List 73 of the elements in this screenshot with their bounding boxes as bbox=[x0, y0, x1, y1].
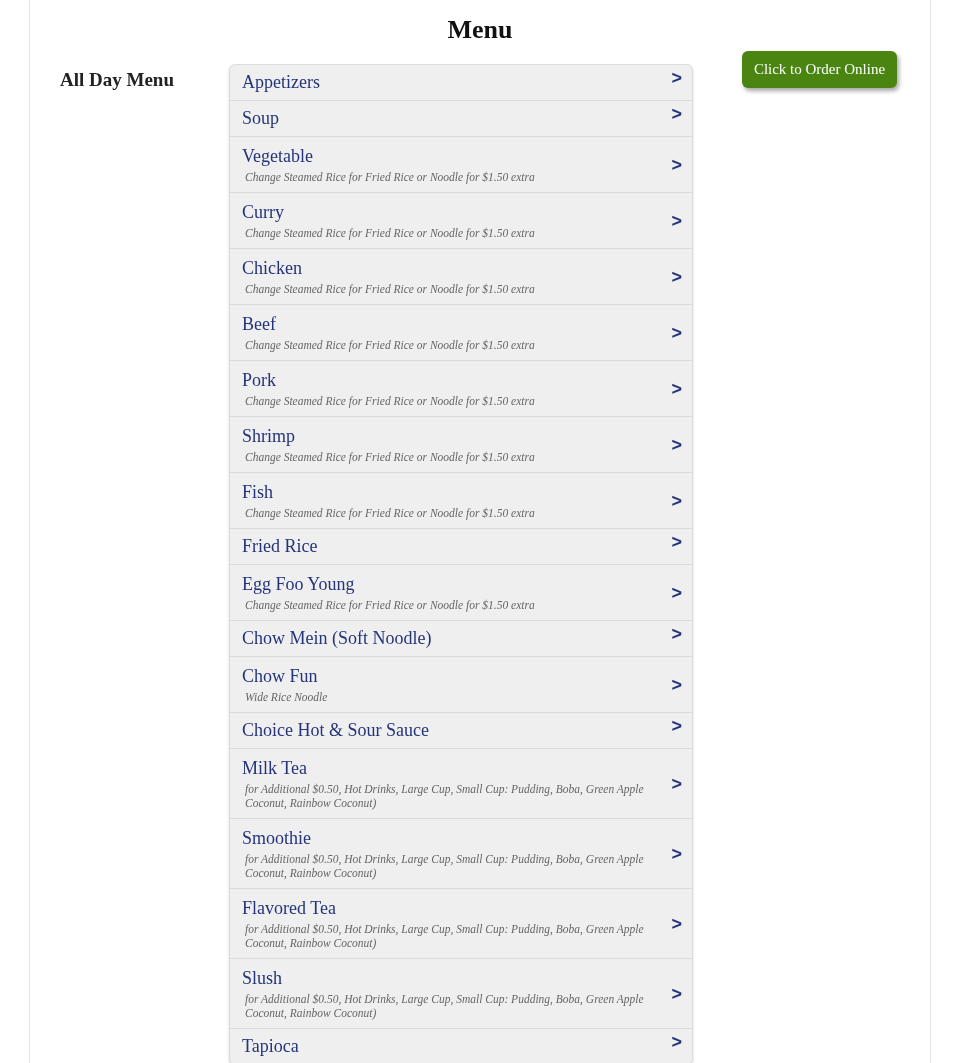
category-name: Flavored Tea bbox=[242, 897, 337, 920]
category-item[interactable]: Chow Mein (Soft Noodle) > bbox=[230, 620, 692, 656]
category-item[interactable]: Egg Foo Young Change Steamed Rice for Fried Rice or Noodle for $1.50 extra > bbox=[230, 564, 692, 620]
category-item[interactable]: Milk Tea for Additional $0.50, Hot Drinks, Large Cup, Small Cup: Pudding, Boba, Green Apple Coconut, Rainbow Coconut) > bbox=[230, 748, 692, 818]
chevron-icon: > bbox=[671, 717, 682, 735]
category-item[interactable]: Slush for Additional $0.50, Hot Drinks, Large Cup, Small Cup: Pudding, Boba, Green Apple Coconut, Rainbow Coconut) > bbox=[230, 958, 692, 1028]
category-name: Appetizers bbox=[242, 71, 321, 94]
category-note: for Additional $0.50, Hot Drinks, Large Cup, Small Cup: Pudding, Boba, Green Apple Coconut, Rainbow Coconut) bbox=[244, 782, 645, 810]
chevron-icon: > bbox=[671, 533, 682, 551]
category-name: Fish bbox=[242, 481, 275, 504]
category-note: Change Steamed Rice for Fried Rice or Noodle for $1.50 extra bbox=[244, 598, 536, 612]
chevron-icon: > bbox=[671, 844, 682, 863]
category-name: Milk Tea bbox=[242, 757, 308, 780]
category-name: Slush bbox=[242, 967, 284, 990]
category-item[interactable]: Flavored Tea for Additional $0.50, Hot Drinks, Large Cup, Small Cup: Pudding, Boba, Green Apple Coconut, Rainbow Coconut) > bbox=[230, 888, 692, 958]
category-name: Chow Mein (Soft Noodle) bbox=[242, 627, 433, 650]
category-item[interactable]: Chicken Change Steamed Rice for Fried Rice or Noodle for $1.50 extra > bbox=[230, 248, 692, 304]
category-name: Egg Foo Young bbox=[242, 573, 356, 596]
category-item[interactable]: Curry Change Steamed Rice for Fried Rice or Noodle for $1.50 extra > bbox=[230, 192, 692, 248]
category-name: Beef bbox=[242, 313, 277, 336]
chevron-icon: > bbox=[671, 211, 682, 230]
category-item[interactable]: Vegetable Change Steamed Rice for Fried Rice or Noodle for $1.50 extra > bbox=[230, 136, 692, 192]
chevron-icon: > bbox=[671, 435, 682, 454]
chevron-icon: > bbox=[671, 625, 682, 643]
category-name: Curry bbox=[242, 201, 285, 224]
category-name: Smoothie bbox=[242, 827, 312, 850]
category-note: Change Steamed Rice for Fried Rice or Noodle for $1.50 extra bbox=[244, 282, 536, 296]
category-name: Fried Rice bbox=[242, 535, 319, 558]
category-note: Change Steamed Rice for Fried Rice or Noodle for $1.50 extra bbox=[244, 394, 536, 408]
category-name: Choice Hot & Sour Sauce bbox=[242, 719, 430, 742]
category-item[interactable]: Smoothie for Additional $0.50, Hot Drinks, Large Cup, Small Cup: Pudding, Boba, Green Apple Coconut, Rainbow Coconut) > bbox=[230, 818, 692, 888]
chevron-icon: > bbox=[671, 1033, 682, 1051]
category-name: Chow Fun bbox=[242, 665, 319, 688]
category-item[interactable]: Pork Change Steamed Rice for Fried Rice or Noodle for $1.50 extra > bbox=[230, 360, 692, 416]
chevron-icon: > bbox=[671, 69, 682, 87]
category-note: Change Steamed Rice for Fried Rice or Noodle for $1.50 extra bbox=[244, 226, 536, 240]
category-item[interactable]: Soup > bbox=[230, 100, 692, 136]
chevron-icon: > bbox=[671, 323, 682, 342]
category-note: Change Steamed Rice for Fried Rice or Noodle for $1.50 extra bbox=[244, 170, 536, 184]
category-item[interactable]: Shrimp Change Steamed Rice for Fried Rice or Noodle for $1.50 extra > bbox=[230, 416, 692, 472]
chevron-icon: > bbox=[671, 675, 682, 694]
category-note: for Additional $0.50, Hot Drinks, Large Cup, Small Cup: Pudding, Boba, Green Apple Coconut, Rainbow Coconut) bbox=[244, 922, 645, 950]
category-name: Tapioca bbox=[242, 1035, 300, 1058]
category-note: Change Steamed Rice for Fried Rice or Noodle for $1.50 extra bbox=[244, 506, 536, 520]
category-name: Soup bbox=[242, 107, 280, 130]
chevron-icon: > bbox=[671, 155, 682, 174]
category-item[interactable]: Fish Change Steamed Rice for Fried Rice or Noodle for $1.50 extra > bbox=[230, 472, 692, 528]
page-title: Menu bbox=[447, 17, 513, 43]
chevron-icon: > bbox=[671, 491, 682, 510]
category-note: Change Steamed Rice for Fried Rice or Noodle for $1.50 extra bbox=[244, 338, 536, 352]
category-item[interactable]: Appetizers > bbox=[230, 65, 692, 100]
category-name: Chicken bbox=[242, 257, 303, 280]
chevron-icon: > bbox=[671, 379, 682, 398]
order-online-button[interactable]: Click to Order Online bbox=[741, 51, 898, 88]
category-name: Vegetable bbox=[242, 145, 314, 168]
chevron-icon: > bbox=[671, 984, 682, 1003]
section-label: All Day Menu bbox=[60, 69, 174, 90]
category-item[interactable]: Chow Fun Wide Rice Noodle > bbox=[230, 656, 692, 712]
category-note: Wide Rice Noodle bbox=[244, 690, 329, 704]
chevron-icon: > bbox=[671, 105, 682, 123]
chevron-icon: > bbox=[671, 914, 682, 933]
category-item[interactable]: Choice Hot & Sour Sauce > bbox=[230, 712, 692, 748]
category-item[interactable]: Tapioca > bbox=[230, 1028, 692, 1063]
category-name: Shrimp bbox=[242, 425, 296, 448]
category-note: Change Steamed Rice for Fried Rice or Noodle for $1.50 extra bbox=[244, 450, 536, 464]
category-note: for Additional $0.50, Hot Drinks, Large Cup, Small Cup: Pudding, Boba, Green Apple Coconut, Rainbow Coconut) bbox=[244, 852, 645, 880]
category-item[interactable]: Fried Rice > bbox=[230, 528, 692, 564]
category-name: Pork bbox=[242, 369, 277, 392]
chevron-icon: > bbox=[671, 774, 682, 793]
chevron-icon: > bbox=[671, 267, 682, 286]
category-note: for Additional $0.50, Hot Drinks, Large Cup, Small Cup: Pudding, Boba, Green Apple Coconut, Rainbow Coconut) bbox=[244, 992, 645, 1020]
category-item[interactable]: Beef Change Steamed Rice for Fried Rice or Noodle for $1.50 extra > bbox=[230, 304, 692, 360]
chevron-icon: > bbox=[671, 583, 682, 602]
